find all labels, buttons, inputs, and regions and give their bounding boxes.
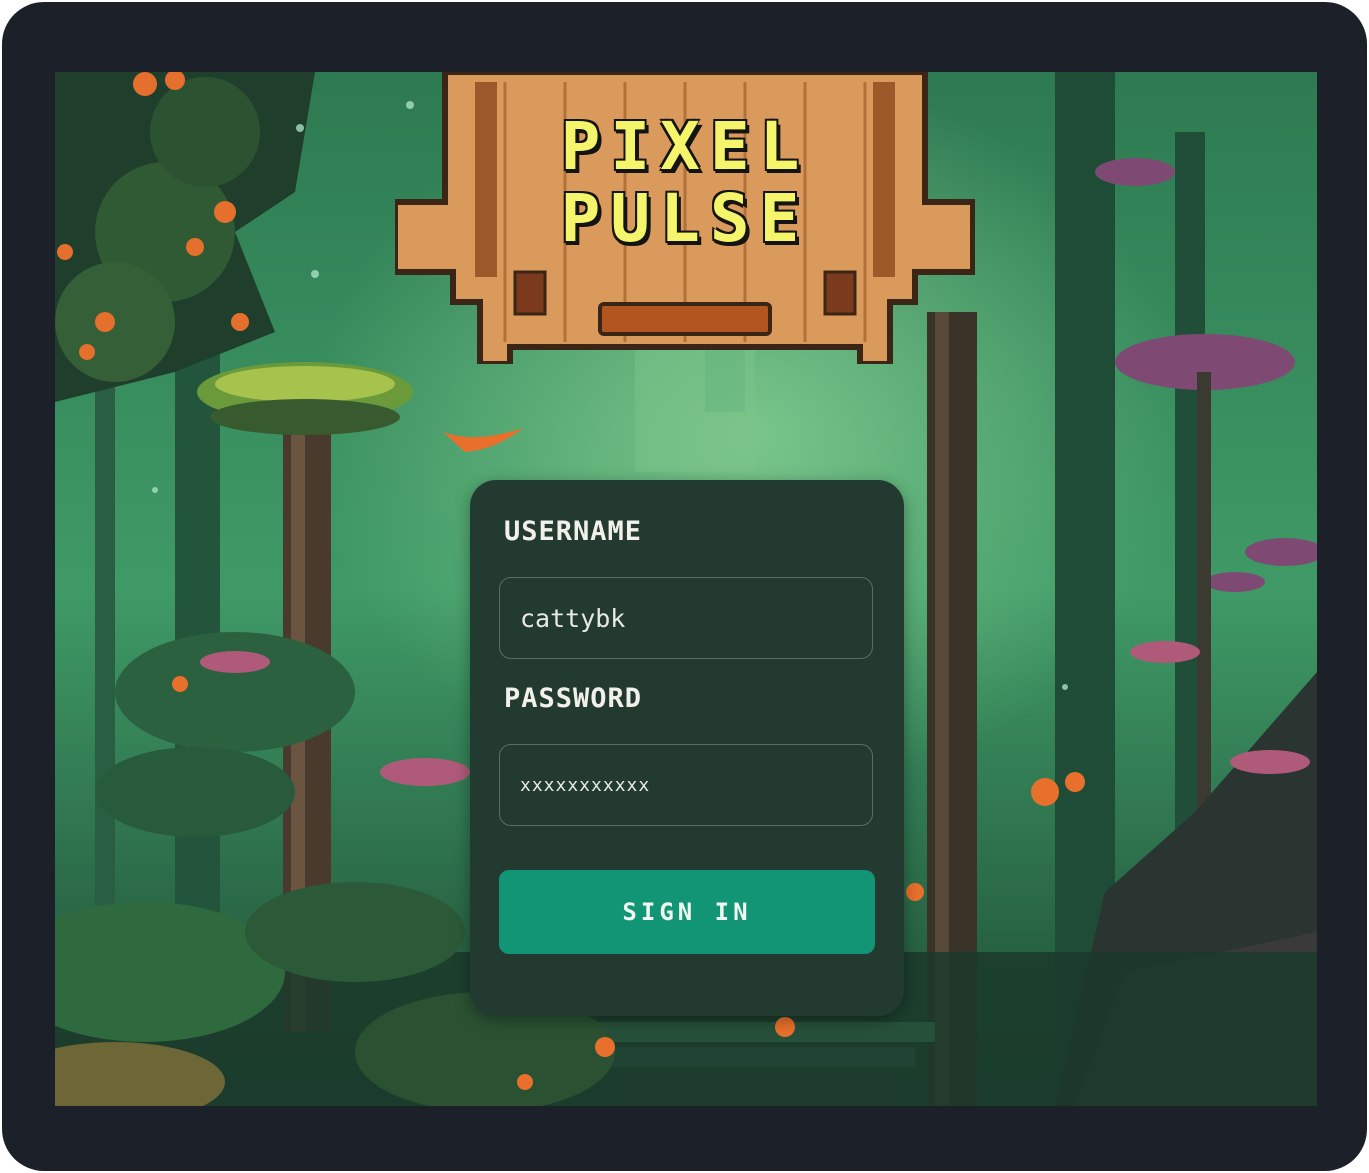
- password-field[interactable]: [499, 744, 873, 826]
- username-field[interactable]: [499, 577, 873, 659]
- logo-title-line1: PIXEL: [560, 108, 810, 185]
- username-label: USERNAME: [504, 516, 643, 547]
- device-frame: PIXEL PULSE USERNAME PASSWORD SIGN IN: [2, 2, 1367, 1171]
- password-input[interactable]: [500, 745, 872, 825]
- username-input[interactable]: [500, 578, 872, 658]
- login-screen: PIXEL PULSE USERNAME PASSWORD SIGN IN: [55, 72, 1317, 1106]
- wooden-sign: PIXEL PULSE: [395, 72, 975, 364]
- password-label: PASSWORD: [504, 683, 643, 714]
- logo-title-line2: PULSE: [560, 180, 810, 257]
- sign-in-button[interactable]: SIGN IN: [499, 870, 875, 954]
- login-panel: USERNAME PASSWORD SIGN IN: [470, 480, 904, 1016]
